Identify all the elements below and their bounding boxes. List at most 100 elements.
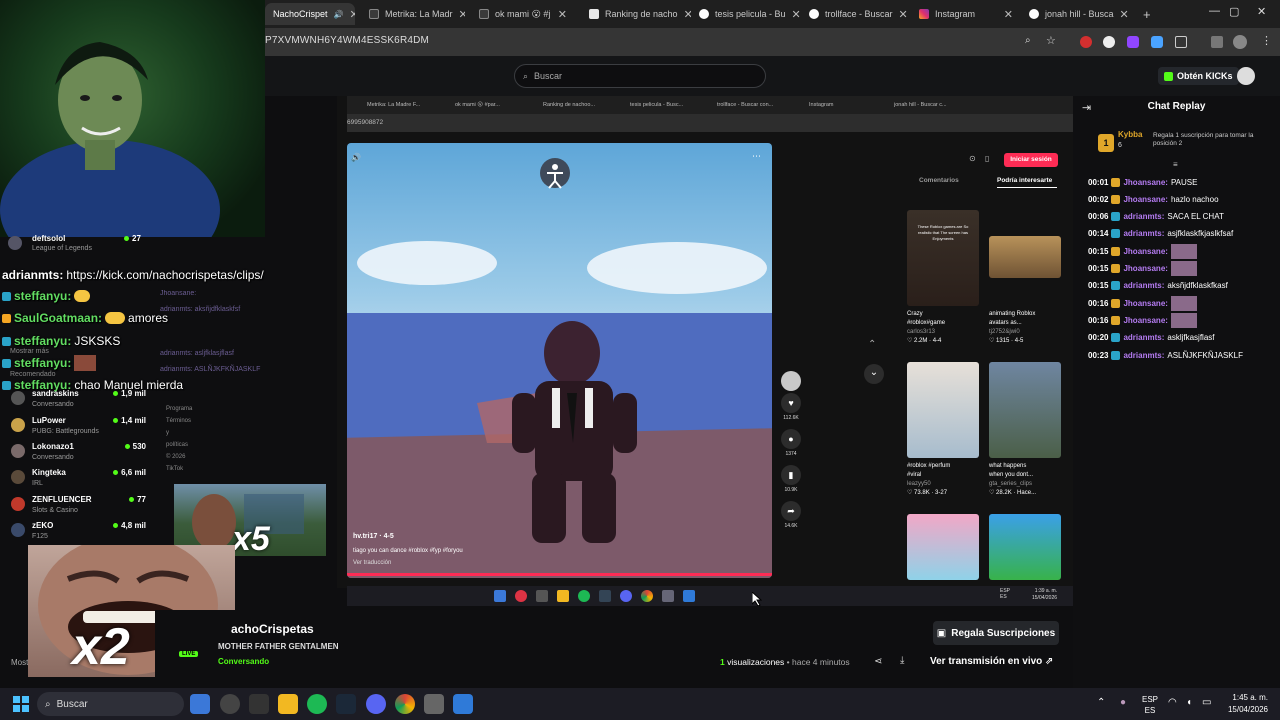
show-more-link[interactable]: Mostrar más	[10, 348, 49, 355]
recommendation-thumbnail[interactable]	[907, 362, 979, 458]
tab-tesis[interactable]: tesis pelicula - Bu ✕	[691, 3, 801, 25]
new-tab-button[interactable]: +	[1135, 3, 1155, 25]
video-progress-bar[interactable]	[347, 573, 772, 576]
device-icon[interactable]: ▯	[985, 154, 989, 163]
footer-link[interactable]: Programa	[166, 403, 192, 415]
windows-start-icon[interactable]	[13, 696, 29, 712]
user-avatar[interactable]	[1237, 67, 1255, 85]
recommendation-title[interactable]: Crazy	[907, 310, 985, 319]
volume-icon[interactable]: ◖	[1186, 697, 1192, 708]
footer-link[interactable]: Términos y políticas	[166, 415, 192, 451]
minimize-button[interactable]: —	[1209, 5, 1220, 17]
chat-user[interactable]: adrianmts:	[1123, 333, 1164, 342]
sidebar-item-sandraskins[interactable]: sandraskins Conversando 1,9 mil	[8, 389, 148, 415]
download-app-icon[interactable]: ⊙	[969, 154, 976, 163]
app-icon[interactable]	[220, 694, 240, 714]
author-avatar[interactable]	[781, 371, 801, 391]
file-explorer-icon[interactable]	[278, 694, 298, 714]
chat-user[interactable]: adrianmts:	[1123, 351, 1164, 360]
chat-user[interactable]: Jhoansane:	[1123, 178, 1167, 187]
close-tab-icon[interactable]: ✕	[1120, 8, 1129, 21]
extension-icon[interactable]	[1080, 36, 1092, 48]
close-window-button[interactable]: ✕	[1257, 5, 1266, 18]
share-icon[interactable]: ⋖	[874, 656, 882, 667]
recommendation-thumbnail[interactable]	[989, 362, 1061, 458]
recommendation-user[interactable]: gta_series_clips	[989, 480, 1067, 489]
tab-trollface[interactable]: trollface - Buscar ✕	[801, 3, 911, 25]
tab-might-interest[interactable]: Podría interesarte	[997, 177, 1052, 184]
chat-user[interactable]: Jhoansane:	[1123, 195, 1167, 204]
recommendation-title[interactable]: what happens	[989, 462, 1067, 471]
recommendation-title[interactable]: #roblox #perfum	[907, 462, 985, 471]
sidebar-item-lupower[interactable]: LuPower PUBG: Battlegrounds 1,4 mil	[8, 416, 148, 442]
chat-user[interactable]: Jhoansane:	[1123, 316, 1167, 325]
chevron-up-icon[interactable]: ⌃	[868, 339, 876, 350]
chat-user[interactable]: adrianmts:	[1123, 229, 1164, 238]
microphone-icon[interactable]: ●	[1120, 697, 1126, 708]
tab-metrika[interactable]: Metrika: La Madr ✕	[361, 3, 465, 25]
more-options-icon[interactable]: ⋯	[752, 151, 761, 162]
bookmark-icon[interactable]: ▮	[781, 465, 801, 485]
widgets-icon[interactable]	[190, 694, 210, 714]
app-icon[interactable]	[424, 694, 444, 714]
spotify-icon[interactable]	[307, 694, 327, 714]
sidebar-item-lokonazo1[interactable]: Lokonazo1 Conversando 530	[8, 442, 148, 468]
star-icon[interactable]: ☆	[1046, 34, 1056, 47]
chevron-up-icon[interactable]: ⌃	[1097, 697, 1105, 708]
translate-link[interactable]: Ver traducción	[353, 560, 463, 566]
expand-icon[interactable]: ≡	[1173, 160, 1178, 169]
sidebar-item-kingteka[interactable]: Kingteka IRL 6,6 mil	[8, 468, 148, 494]
sidebar-item-zenfluencer[interactable]: ZENFLUENCER Slots & Casino 77	[8, 495, 148, 521]
extension-icon[interactable]	[1103, 36, 1115, 48]
channel-name[interactable]: achoCrispetas	[231, 622, 314, 636]
twitch-icon[interactable]	[1127, 36, 1139, 48]
login-button[interactable]: Iniciar sesión	[1004, 153, 1058, 167]
more-menu-icon[interactable]: ⋮	[1261, 34, 1272, 47]
wifi-icon[interactable]: ◠	[1168, 697, 1177, 708]
watch-live-button[interactable]: Ver transmisión en vivo ⇗	[930, 656, 1053, 667]
volume-icon[interactable]: 🔊	[351, 153, 361, 162]
tab-instagram[interactable]: Instagram ✕	[911, 3, 1021, 25]
comment-icon[interactable]: ●	[781, 429, 801, 449]
get-kicks-button[interactable]: Obtén KICKs	[1158, 67, 1239, 85]
recommendation-thumbnail[interactable]	[907, 514, 979, 580]
share-icon[interactable]: ➦	[781, 501, 801, 521]
search-icon[interactable]: ⌕	[1025, 35, 1031, 46]
chat-user[interactable]: adrianmts:	[1123, 212, 1164, 221]
category-link[interactable]: Conversando	[218, 657, 269, 666]
extensions-icon[interactable]	[1175, 36, 1187, 48]
recommendation-user[interactable]: carlos3r13	[907, 328, 985, 337]
tab-comments[interactable]: Comentarios	[919, 177, 959, 184]
recommendation-thumbnail[interactable]	[989, 514, 1061, 580]
sidebar-item-deftsolol[interactable]: deftsolol League of Legends 27	[0, 234, 150, 262]
chat-user[interactable]: Jhoansane:	[1123, 299, 1167, 308]
download-icon[interactable]: ⤓	[900, 655, 904, 666]
app-icon[interactable]	[453, 694, 473, 714]
menu-icon[interactable]	[1211, 36, 1223, 48]
steam-icon[interactable]	[336, 694, 356, 714]
like-icon[interactable]: ♥	[781, 393, 801, 413]
chat-user[interactable]: adrianmts:	[1123, 281, 1164, 290]
close-tab-icon[interactable]: ✕	[684, 8, 691, 21]
chevron-down-icon[interactable]: ⌄	[864, 364, 884, 384]
language-indicator[interactable]: ESP ES	[1142, 694, 1158, 716]
chat-user[interactable]: Jhoansane:	[1123, 264, 1167, 273]
tab-jonah-hill[interactable]: jonah hill - Busca ✕	[1021, 3, 1131, 25]
speaker-icon[interactable]: 🔊	[334, 10, 344, 19]
recommendation-user[interactable]: tj2752&jwi0	[989, 328, 1067, 337]
url-field[interactable]: P7XVMWNH6Y4WM4ESSK6R4DM	[265, 35, 429, 46]
tab-ranking[interactable]: Ranking de nacho ✕	[581, 3, 691, 25]
taskbar-clock[interactable]: 1:45 a. m. 15/04/2026	[1228, 692, 1268, 716]
profile-avatar[interactable]	[1233, 35, 1247, 49]
recommendation-title[interactable]: animating Roblox	[989, 310, 1067, 319]
tab-nachocrispetas[interactable]: NachoCrispet 🔊 ✕	[265, 3, 355, 25]
tiktok-video[interactable]: 🔊 ⋯ hv.tri17 · 4-5 tiago you can dance #…	[347, 143, 772, 578]
maximize-button[interactable]: ▢	[1229, 5, 1239, 18]
recommendation-thumbnail[interactable]	[989, 236, 1061, 278]
chat-user[interactable]: Jhoansane:	[1123, 247, 1167, 256]
chrome-icon[interactable]	[395, 694, 415, 714]
gift-subs-button[interactable]: ▣ Regala Suscripciones	[933, 621, 1059, 645]
recommendation-thumbnail[interactable]: These Roblox games are So realistic that…	[907, 210, 979, 306]
video-author[interactable]: hv.tri17 · 4-5	[353, 533, 463, 540]
close-tab-icon[interactable]: ✕	[350, 8, 356, 21]
